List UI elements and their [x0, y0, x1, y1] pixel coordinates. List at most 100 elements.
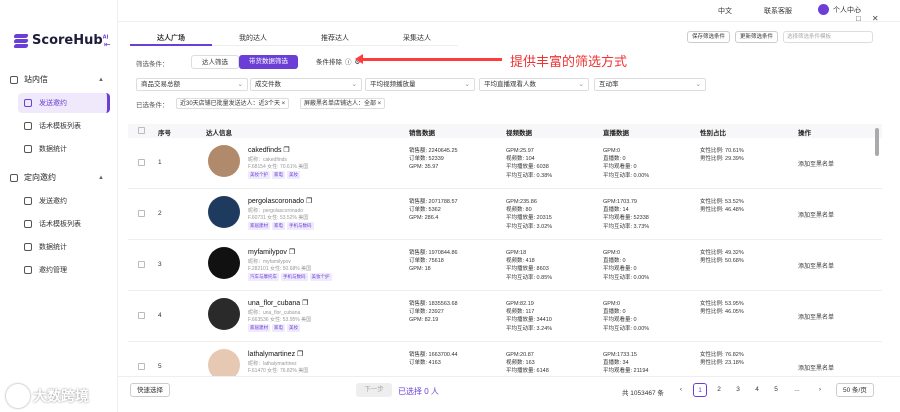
minimize-icon[interactable]: – — [856, 5, 871, 14]
add-to-blacklist-link[interactable]: 添加至黑名单 — [798, 363, 834, 372]
copy-icon[interactable]: ❐ — [297, 351, 303, 358]
nav-group-inbox[interactable]: 站内信 ▲ — [10, 74, 104, 85]
close-icon[interactable]: ✕ — [872, 14, 890, 23]
sales-data-line: GPM: 35.97 — [409, 164, 439, 171]
page-size-select[interactable]: 50 条/页 — [836, 383, 874, 397]
page-1[interactable]: 1 — [693, 383, 707, 397]
maximize-icon[interactable]: □ — [856, 14, 872, 23]
nav-item-stats-2[interactable]: 数据统计 — [18, 237, 110, 257]
sales-filter-button[interactable]: 带货数据筛选 — [239, 55, 298, 69]
video-data-line: 平均播放量: 8603 — [506, 266, 549, 273]
nav-group-targeted[interactable]: 定向邀约 ▲ — [10, 172, 104, 183]
chevron-down-icon: ⌄ — [237, 81, 243, 88]
contact-service-link[interactable]: 联系客服 — [764, 6, 792, 16]
live-data: GPM:1703.79 直播数: 14 平均观看量: 52338 平均互动率: 3.7… — [603, 198, 649, 231]
page-5[interactable]: 5 — [769, 383, 783, 397]
add-to-blacklist-link[interactable]: 添加至黑名单 — [798, 159, 834, 168]
nav-item-invite-manage[interactable]: 邀约管理 — [18, 260, 110, 280]
page-3[interactable]: 3 — [731, 383, 745, 397]
row-checkbox[interactable] — [138, 159, 145, 166]
next-step-button[interactable]: 下一步 — [356, 383, 392, 397]
copy-icon[interactable]: ❐ — [283, 147, 289, 154]
avatar[interactable] — [208, 247, 240, 279]
row-checkbox[interactable] — [138, 261, 145, 268]
topbar: 中文 联系客服 个人中心 –□✕ — [118, 0, 900, 23]
tab-collected[interactable]: 采集达人 — [376, 32, 458, 46]
target-icon — [10, 173, 18, 182]
filter-template-select[interactable]: 选择筛选条件模板 — [783, 31, 874, 43]
th-sales[interactable]: 销售数据 — [409, 127, 435, 137]
video-data-line: 视频数: 80 — [506, 207, 532, 214]
user-center[interactable]: 个人中心 — [818, 4, 861, 15]
save-filter-button[interactable]: 保存筛选条件 — [687, 31, 731, 43]
tab-creator-plaza[interactable]: 达人广场 — [130, 32, 212, 46]
table-row: 3 myfamilypov ❐ 昵称：myfamilypov F.282101 女性:… — [128, 240, 882, 291]
creator-name[interactable]: una_flor_cubana ❐ — [248, 299, 308, 307]
units-sold-dropdown[interactable]: 成交件数 ⌄ — [250, 78, 362, 91]
th-video[interactable]: 视频数据 — [506, 127, 532, 137]
th-action: 操作 — [798, 130, 811, 137]
engagement-rate-dropdown[interactable]: 互动率 ⌄ — [594, 78, 706, 91]
page-2[interactable]: 2 — [712, 383, 726, 397]
copy-icon[interactable]: ❐ — [306, 198, 312, 205]
gender-data-line: 女性比例: 53.52% — [700, 199, 744, 205]
row-checkbox[interactable] — [138, 210, 145, 217]
chevron-down-icon: ⌄ — [464, 81, 470, 88]
add-to-blacklist-link[interactable]: 添加至黑名单 — [798, 210, 834, 219]
gender-data: 女性比例: 76.82% 男性比例: 23.18% — [700, 351, 744, 367]
nav-item-template-list-2[interactable]: 话术模板列表 — [18, 214, 110, 234]
avg-live-viewers-dropdown[interactable]: 平均直播观看人数 ⌄ — [479, 78, 589, 91]
th-gender[interactable]: 性别占比 — [700, 127, 726, 137]
nav-item-send-invite[interactable]: 发送邀约 — [18, 93, 110, 113]
creator-nickname: 昵称：pergolascoronado — [248, 208, 304, 214]
creator-fans: F.61470 女性: 76.82% 美国 — [248, 368, 309, 374]
creator-name[interactable]: cakedfinds ❐ — [248, 146, 290, 154]
scrollbar[interactable] — [875, 128, 879, 156]
add-to-blacklist-link[interactable]: 添加至黑名单 — [798, 261, 834, 270]
tab-my-creators[interactable]: 我的达人 — [212, 32, 294, 46]
condition-chip[interactable]: 近30天店铺已批量发送达人：近3个天 × — [176, 98, 290, 109]
nav-item-label: 话术模板列表 — [39, 221, 81, 228]
avatar[interactable] — [208, 145, 240, 177]
next-page-button[interactable]: › — [813, 383, 827, 397]
row-checkbox[interactable] — [138, 363, 145, 370]
quick-select-button[interactable]: 快速选择 — [130, 383, 170, 397]
window-controls: –□✕ — [856, 5, 900, 23]
nav-item-stats[interactable]: 数据统计 — [18, 139, 110, 159]
creator-filter-button[interactable]: 达人筛选 — [191, 55, 239, 69]
nav-item-template-list[interactable]: 话术模板列表 — [18, 116, 110, 136]
tab-recommended[interactable]: 推荐达人 — [294, 32, 376, 46]
sales-data-line: 销售额: 1970844.86 — [409, 250, 458, 256]
gmv-dropdown[interactable]: 商品交易总额 ⌄ — [136, 78, 248, 91]
dropdown-label: 商品交易总额 — [141, 81, 180, 88]
creator-name-text: una_flor_cubana — [248, 300, 301, 307]
avatar[interactable] — [208, 196, 240, 228]
creator-name[interactable]: lathalymartinez ❐ — [248, 350, 303, 358]
add-to-blacklist-link[interactable]: 添加至黑名单 — [798, 312, 834, 321]
row-checkbox[interactable] — [138, 312, 145, 319]
nav-item-send-invite-2[interactable]: 发送邀约 — [18, 191, 110, 211]
copy-icon[interactable]: ❐ — [302, 300, 308, 307]
th-live[interactable]: 直播数据 — [603, 127, 629, 137]
avatar[interactable] — [208, 298, 240, 330]
creator-name[interactable]: pergolascoronado ❐ — [248, 197, 312, 205]
filter-label: 筛选条件： — [136, 61, 169, 68]
avg-video-views-dropdown[interactable]: 平均视频播放量 ⌄ — [365, 78, 475, 91]
video-data-line: 平均播放量: 6148 — [506, 368, 549, 375]
prev-page-button[interactable]: ‹ — [674, 383, 688, 397]
live-data-line: 平均观看量: 52338 — [603, 215, 649, 222]
table-row: 4 una_flor_cubana ❐ 昵称：una_flor_cubana F.66… — [128, 291, 882, 342]
creator-fans: F.68154 女性: 70.61% 美国 — [248, 164, 309, 170]
copy-icon[interactable]: ❐ — [289, 249, 295, 256]
language-select[interactable]: 中文 — [718, 6, 732, 16]
select-all-checkbox[interactable] — [138, 127, 145, 134]
update-filter-button[interactable]: 更新筛选条件 — [735, 31, 779, 43]
nav-item-label: 话术模板列表 — [39, 123, 81, 130]
live-data-line: 平均观看量: 0 — [603, 164, 637, 171]
collapse-icon[interactable]: ⇤ — [104, 40, 111, 49]
page-ellipsis[interactable]: ... — [790, 383, 804, 397]
creator-name[interactable]: myfamilypov ❐ — [248, 248, 295, 256]
page-4[interactable]: 4 — [750, 383, 764, 397]
dropdown-label: 互动率 — [599, 81, 619, 88]
condition-chip[interactable]: 屏蔽黑名单店铺达人：全部 × — [300, 98, 386, 109]
